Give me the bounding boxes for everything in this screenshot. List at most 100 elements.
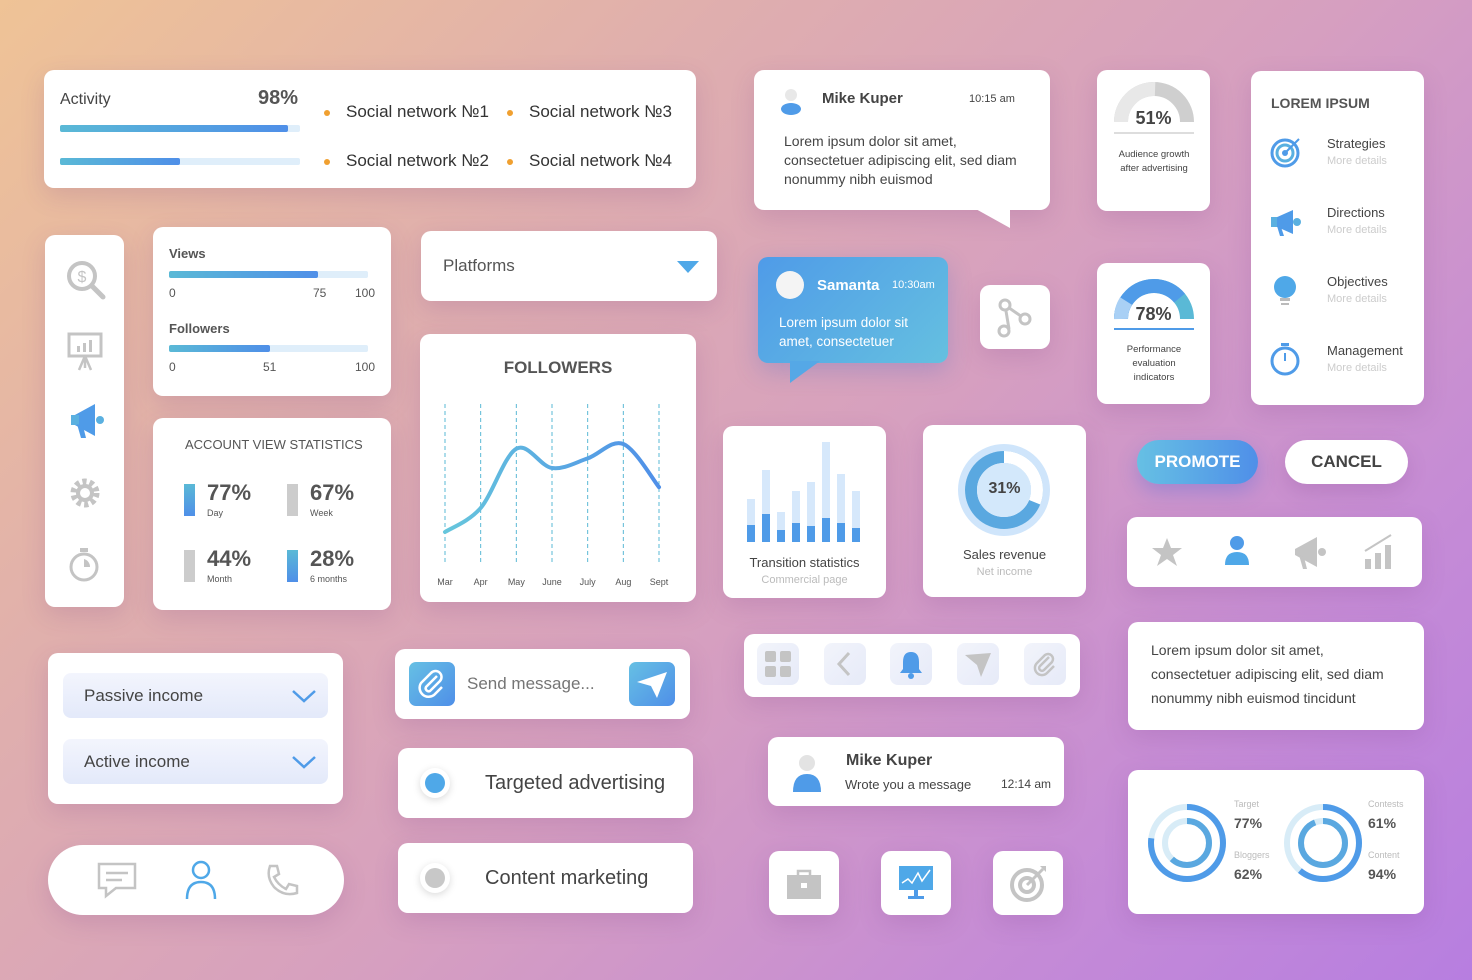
gauge-divider — [1114, 132, 1194, 134]
social-network-1[interactable]: Social network №1 — [324, 102, 489, 122]
message-time: 10:15 am — [969, 93, 1015, 105]
analytics-tile[interactable] — [881, 851, 951, 915]
radio-label: Targeted advertising — [485, 772, 666, 794]
item-label: Directions — [1327, 205, 1385, 220]
transition-bar-chart — [747, 442, 860, 542]
lorem-ipsum-list: LOREM IPSUM Strategies More details Dire… — [1251, 71, 1424, 405]
radio-targeted-advertising[interactable]: Targeted advertising — [398, 748, 693, 818]
item-subtitle: More details — [1327, 224, 1387, 236]
sender-name: Mike Kuper — [822, 90, 903, 107]
stopwatch-icon[interactable] — [67, 545, 101, 583]
user-icon[interactable] — [1223, 535, 1251, 567]
views-min: 0 — [169, 286, 176, 300]
growth-chart-icon[interactable] — [1363, 533, 1397, 571]
list-item-directions[interactable]: Directions More details — [1269, 200, 1419, 250]
x-tick-label: Apr — [474, 577, 488, 587]
gear-icon[interactable] — [67, 475, 103, 511]
share-nodes-icon — [995, 295, 1039, 339]
outer-value: 77% — [1234, 815, 1263, 831]
label: Social network №4 — [529, 151, 672, 170]
grid-button[interactable] — [757, 643, 799, 685]
back-button[interactable] — [824, 643, 866, 685]
promote-button[interactable]: PROMOTE — [1137, 440, 1258, 484]
active-income-dropdown[interactable]: Active income — [63, 739, 328, 784]
briefcase-tile[interactable] — [769, 851, 839, 915]
followers-max: 100 — [355, 360, 376, 374]
passive-income-dropdown[interactable]: Passive income — [63, 673, 328, 718]
send-button[interactable] — [629, 662, 675, 706]
chat-icon[interactable] — [96, 861, 138, 899]
radio-content-marketing[interactable]: Content marketing — [398, 843, 693, 913]
followers-label: Followers — [169, 321, 230, 336]
card-title: Transition statistics — [749, 555, 860, 570]
bottom-nav — [48, 845, 344, 915]
phone-icon[interactable] — [264, 863, 300, 899]
message-notification[interactable]: Mike Kuper Wrote you a message 12:14 am — [768, 737, 1064, 806]
message-input[interactable] — [467, 669, 617, 699]
bar-part — [852, 528, 860, 542]
label: Social network №3 — [529, 102, 672, 121]
avatar — [776, 271, 804, 299]
double-donut — [1284, 804, 1362, 882]
avatar — [778, 86, 804, 116]
text-card: Lorem ipsum dolor sit amet, consectetuer… — [1128, 622, 1424, 730]
list-item-objectives[interactable]: Objectives More details — [1269, 269, 1419, 319]
share-button[interactable] — [980, 285, 1050, 349]
star-icon[interactable] — [1151, 536, 1183, 568]
inner-label: Content — [1368, 850, 1400, 860]
chat-bubble-mike: Mike Kuper 10:15 am Lorem ipsum dolor si… — [754, 70, 1050, 228]
notifications-button[interactable] — [890, 643, 932, 685]
x-tick-label: May — [508, 577, 526, 587]
money-search-icon[interactable]: $ — [65, 259, 107, 301]
x-tick-label: June — [542, 577, 562, 587]
stopwatch-icon — [1270, 343, 1300, 376]
item-subtitle: More details — [1327, 293, 1387, 305]
attach-button[interactable] — [409, 662, 455, 706]
social-network-4[interactable]: Social network №4 — [507, 151, 672, 171]
inner-value: 94% — [1368, 866, 1397, 882]
activity-card: Activity 98% Social network №1 Social ne… — [44, 70, 696, 188]
presentation-icon[interactable] — [65, 330, 105, 372]
target-tile[interactable] — [993, 851, 1063, 915]
target-icon — [1270, 138, 1300, 168]
radio-unselected — [420, 863, 450, 893]
bar-part — [762, 514, 770, 542]
social-network-3[interactable]: Social network №3 — [507, 102, 672, 122]
list-title: LOREM IPSUM — [1271, 95, 1370, 111]
inner-ring — [1298, 818, 1348, 868]
item-subtitle: More details — [1327, 362, 1387, 374]
cancel-button[interactable]: CANCEL — [1285, 440, 1408, 484]
dropdown-label: Active income — [84, 752, 190, 771]
list-item-strategies[interactable]: Strategies More details — [1269, 131, 1419, 181]
attach-tool-button[interactable] — [1024, 643, 1066, 685]
megaphone-icon — [1271, 210, 1301, 236]
list-item-management[interactable]: Management More details — [1269, 338, 1419, 388]
message-time: 10:30am — [892, 279, 935, 291]
gauge-caption: Audience growth after advertising — [1118, 149, 1190, 174]
bar-part — [822, 518, 830, 542]
bell-icon — [900, 652, 922, 679]
platforms-label: Platforms — [443, 256, 515, 275]
platforms-dropdown[interactable]: Platforms — [421, 231, 717, 301]
stat-indicator — [287, 550, 298, 582]
user-icon[interactable] — [184, 859, 218, 901]
followers-bar — [169, 345, 368, 352]
stat-indicator — [287, 484, 298, 516]
account-stats-card: ACCOUNT VIEW STATISTICS 77% Day 67% Week… — [153, 418, 391, 610]
send-tool-button[interactable] — [957, 643, 999, 685]
gauge-caption: Performance evaluation indicators — [1126, 344, 1182, 383]
stat-indicator — [184, 484, 195, 516]
social-network-2[interactable]: Social network №2 — [324, 151, 489, 171]
megaphone-icon[interactable] — [1291, 533, 1327, 571]
notification-time: 12:14 am — [1001, 777, 1052, 791]
followers-line-chart: Mar Apr May June July Aug Sept — [437, 404, 669, 587]
avatar — [790, 752, 824, 794]
gauge-performance: 78% Performance evaluation indicators — [1097, 263, 1210, 404]
bubble-tail — [974, 208, 1010, 228]
x-tick-label: July — [580, 577, 597, 587]
stat-value: 44% — [207, 546, 252, 571]
activity-value: 98% — [258, 87, 299, 109]
megaphone-icon[interactable] — [69, 400, 107, 442]
stat-label: Day — [207, 508, 224, 518]
send-icon — [637, 672, 667, 698]
